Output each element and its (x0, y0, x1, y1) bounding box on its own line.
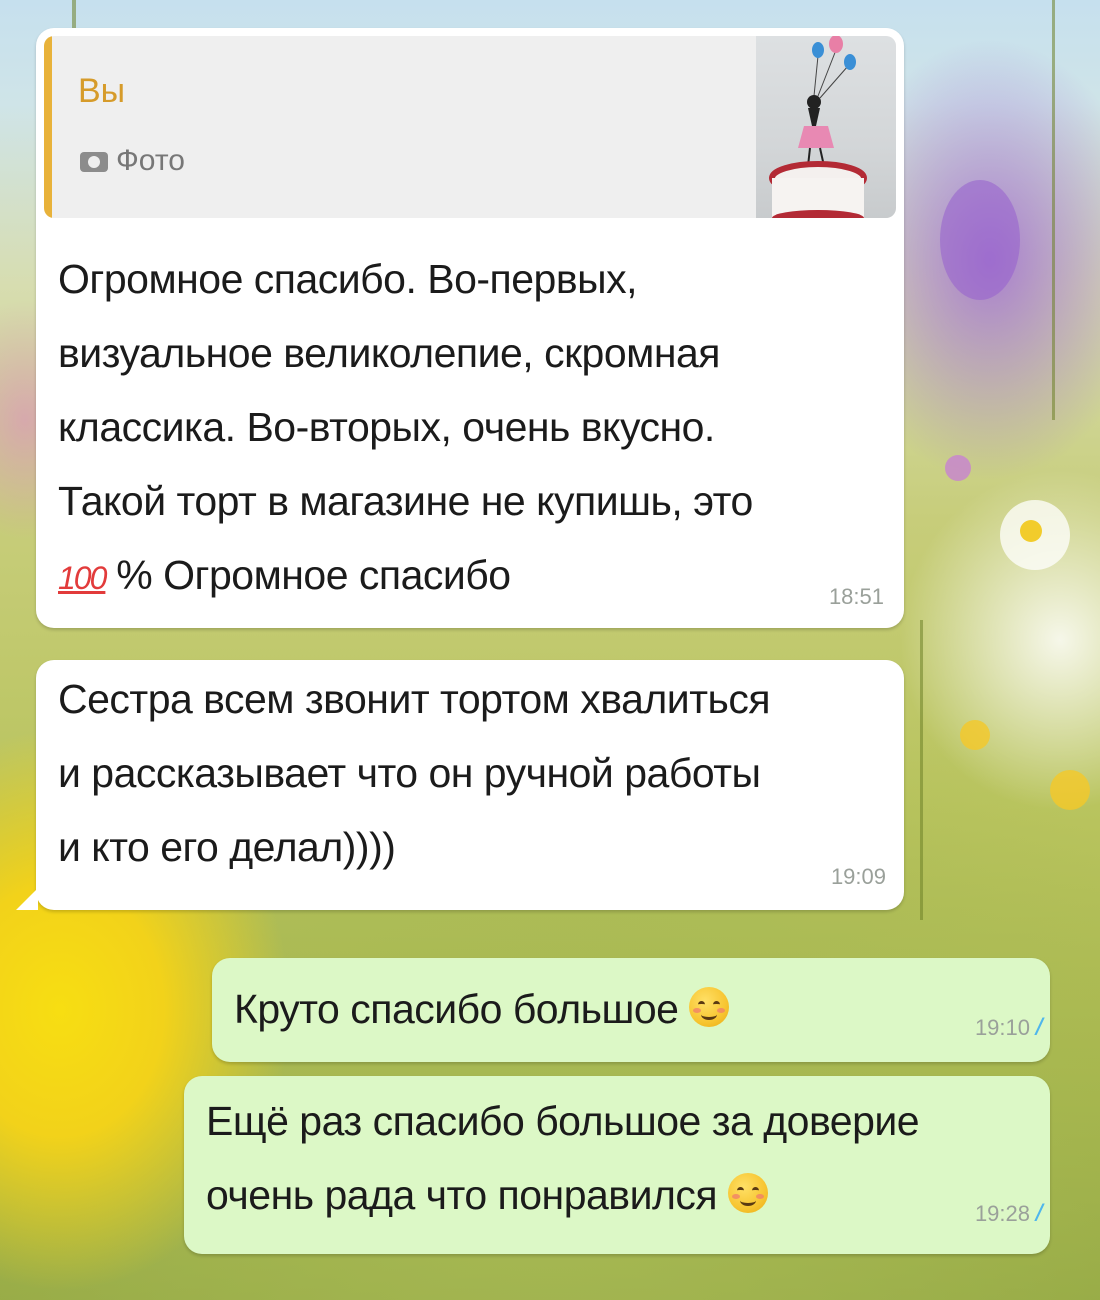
message-line: Ещё раз спасибо большое за доверие (206, 1098, 920, 1144)
bubble-tail (16, 888, 38, 910)
message-line: и рассказывает что он ручной работы (58, 750, 761, 796)
yellow-flower (1050, 770, 1090, 810)
smiling-face-emoji (689, 987, 730, 1027)
reply-media-text: Фото (116, 144, 185, 177)
cake-photo-image (769, 36, 867, 218)
yellow-flower (960, 720, 990, 750)
message-line-text: очень рада что понравился (206, 1172, 718, 1218)
incoming-message-bubble[interactable]: Сестра всем звонит тортом хвалиться и рас… (36, 660, 904, 910)
camera-icon (80, 152, 108, 172)
reply-author: Вы (78, 72, 126, 110)
message-line: 100 % Огромное спасибо (58, 538, 898, 615)
reply-media-label: Фото (80, 144, 185, 178)
message-text: Круто спасибо большое (234, 972, 730, 1046)
message-time: 19:28 (974, 1201, 1030, 1226)
grass-stalk (1052, 0, 1055, 420)
message-text: Сестра всем звонит тортом хвалиться и рас… (58, 662, 898, 884)
message-status: 19:10// (974, 1014, 1043, 1042)
message-status: 19:28// (974, 1200, 1043, 1228)
message-line: Огромное спасибо. Во-первых, (58, 256, 638, 302)
message-line: очень рада что понравился (206, 1158, 1046, 1232)
outgoing-message-bubble[interactable]: Ещё раз спасибо большое за доверие очень … (184, 1076, 1050, 1254)
outgoing-message-bubble[interactable]: Круто спасибо большое 19:10// (212, 958, 1050, 1062)
cake-photo-thumbnail[interactable] (756, 36, 896, 218)
incoming-message-bubble[interactable]: Вы Фото Огромное спасибо. Во-первых, визу… (36, 28, 904, 628)
message-line: визуальное великолепие, скромная (58, 330, 720, 376)
message-time: 19:10 (974, 1015, 1030, 1040)
message-time: 18:51 (828, 584, 884, 609)
message-text: Огромное спасибо. Во-первых, визуальное в… (58, 242, 898, 615)
message-time: 19:09 (830, 864, 886, 889)
message-line-rest: % Огромное спасибо (105, 552, 511, 598)
purple-flower (940, 180, 1020, 300)
smiling-face-emoji (728, 1173, 769, 1213)
message-line: и кто его делал)))) (58, 824, 396, 870)
message-line: Такой торт в магазине не купишь, это (58, 478, 753, 524)
message-line: Сестра всем звонит тортом хвалиться (58, 676, 771, 722)
reply-quote[interactable]: Вы Фото (44, 36, 896, 218)
message-line: классика. Во-вторых, очень вкусно. (58, 404, 715, 450)
hundred-points-emoji: 100 (58, 560, 107, 596)
daisy-center (1020, 520, 1042, 542)
pink-flower (945, 455, 971, 481)
message-text: Ещё раз спасибо большое за доверие очень … (206, 1084, 1046, 1232)
message-line: Круто спасибо большое (234, 986, 679, 1032)
grass-stalk (920, 620, 923, 920)
reply-quote-bar (44, 36, 52, 218)
